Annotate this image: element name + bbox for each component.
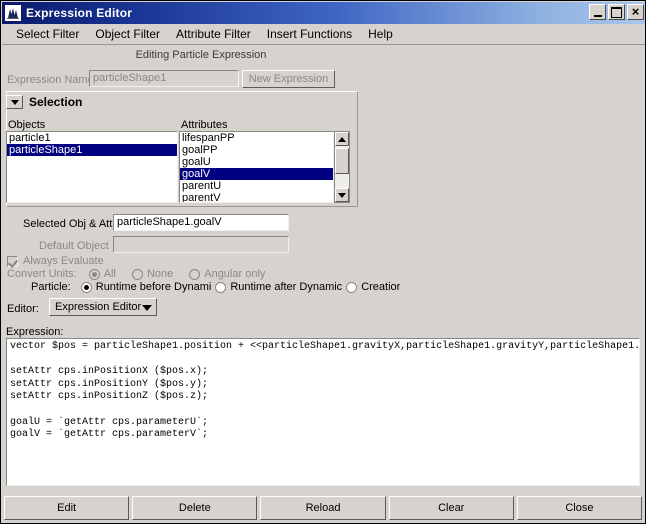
- radio-icon[interactable]: [189, 269, 200, 280]
- selection-title: Selection: [29, 95, 82, 109]
- convert-units-option-none[interactable]: None: [132, 268, 173, 280]
- window-title: Expression Editor: [26, 6, 132, 20]
- scrollbar-thumb[interactable]: [335, 148, 349, 174]
- convert-units-option-angular-only[interactable]: Angular only: [189, 268, 265, 280]
- selected-obj-attr-input[interactable]: particleShape1.goalV: [113, 214, 289, 231]
- option-label: All: [104, 268, 116, 280]
- menu-object-filter[interactable]: Object Filter: [87, 25, 168, 43]
- editor-label: Editor:: [7, 303, 39, 315]
- radio-icon[interactable]: [89, 269, 100, 280]
- expression-text: vector $pos = particleShape1.position + …: [10, 341, 636, 442]
- always-evaluate-label: Always Evaluate: [23, 255, 104, 267]
- menu-bar: Select Filter Object Filter Attribute Fi…: [2, 24, 646, 45]
- option-label: None: [147, 268, 173, 280]
- new-expression-button[interactable]: New Expression: [242, 70, 335, 88]
- expression-editor-window: Expression Editor × Select Filter Object…: [0, 0, 646, 524]
- triangle-up-icon[interactable]: [335, 132, 349, 146]
- button-bar: Edit Delete Reload Clear Close: [4, 496, 642, 520]
- convert-units-label: Convert Units:: [7, 268, 77, 280]
- editor-dropdown[interactable]: Expression Editor: [49, 298, 157, 316]
- window-controls: ×: [589, 4, 644, 20]
- scrollbar-track[interactable]: [335, 146, 349, 188]
- convert-units-option-all[interactable]: All: [89, 268, 116, 280]
- option-label: Runtime before Dynami: [96, 281, 212, 293]
- edit-button[interactable]: Edit: [4, 496, 129, 520]
- list-item[interactable]: particle1: [7, 132, 177, 144]
- list-item[interactable]: goalU: [180, 156, 333, 168]
- default-object-input[interactable]: [113, 236, 289, 253]
- radio-icon[interactable]: [132, 269, 143, 280]
- menu-select-filter[interactable]: Select Filter: [8, 25, 87, 43]
- menu-help[interactable]: Help: [360, 25, 401, 43]
- title-bar: Expression Editor ×: [2, 2, 646, 24]
- minimize-button[interactable]: [589, 4, 606, 20]
- close-button[interactable]: Close: [517, 496, 642, 520]
- radio-icon[interactable]: [81, 282, 92, 293]
- list-item[interactable]: lifespanPP: [180, 132, 333, 144]
- list-item[interactable]: goalV: [180, 168, 333, 180]
- attributes-column-header: Attributes: [181, 119, 227, 131]
- expression-name-input[interactable]: particleShape1: [89, 70, 239, 87]
- particle-option-creation[interactable]: Creatior: [346, 281, 400, 293]
- editor-dropdown-value: Expression Editor: [55, 301, 141, 313]
- particle-option-runtime-after-dynamics[interactable]: Runtime after Dynamic: [215, 281, 342, 293]
- reload-button[interactable]: Reload: [260, 496, 385, 520]
- app-icon: [5, 5, 21, 21]
- delete-button[interactable]: Delete: [132, 496, 257, 520]
- particle-label: Particle:: [31, 281, 71, 293]
- attributes-listbox[interactable]: lifespanPP goalPP goalU goalV parentU pa…: [179, 131, 334, 203]
- triangle-down-icon[interactable]: [6, 95, 23, 109]
- close-window-button[interactable]: ×: [627, 4, 644, 20]
- selected-obj-attr-label: Selected Obj & Attr: [23, 218, 116, 230]
- expression-textarea[interactable]: vector $pos = particleShape1.position + …: [6, 338, 640, 486]
- menu-insert-functions[interactable]: Insert Functions: [259, 25, 360, 43]
- expression-label: Expression:: [6, 326, 63, 338]
- particle-option-runtime-before-dynamics[interactable]: Runtime before Dynami: [81, 281, 212, 293]
- particle-row: Particle: Runtime before Dynami Runtime …: [31, 281, 404, 293]
- list-item[interactable]: parentU: [180, 180, 333, 192]
- radio-icon[interactable]: [346, 282, 357, 293]
- always-evaluate-checkbox[interactable]: [7, 256, 18, 267]
- selection-header: Selection: [6, 95, 82, 109]
- attributes-scrollbar[interactable]: [334, 131, 350, 203]
- list-item[interactable]: parentV: [180, 192, 333, 203]
- option-label: Angular only: [204, 268, 265, 280]
- expression-name-label: Expression Name: [7, 74, 94, 86]
- maximize-button[interactable]: [608, 4, 625, 20]
- list-item[interactable]: particleShape1: [7, 144, 177, 156]
- list-item[interactable]: goalPP: [180, 144, 333, 156]
- close-icon: ×: [632, 6, 640, 18]
- option-label: Creatior: [361, 281, 400, 293]
- option-label: Runtime after Dynamic: [230, 281, 342, 293]
- editing-mode-note: Editing Particle Expression: [1, 49, 401, 61]
- menu-attribute-filter[interactable]: Attribute Filter: [168, 25, 259, 43]
- chevron-down-icon: [142, 305, 152, 311]
- default-object-label: Default Object: [39, 240, 109, 252]
- convert-units-row: Convert Units: All None Angular only: [7, 268, 281, 280]
- objects-listbox[interactable]: particle1 particleShape1: [6, 131, 178, 203]
- objects-column-header: Objects: [8, 119, 45, 131]
- triangle-down-icon[interactable]: [335, 188, 349, 202]
- radio-icon[interactable]: [215, 282, 226, 293]
- clear-button[interactable]: Clear: [389, 496, 514, 520]
- always-evaluate-row[interactable]: Always Evaluate: [7, 255, 104, 267]
